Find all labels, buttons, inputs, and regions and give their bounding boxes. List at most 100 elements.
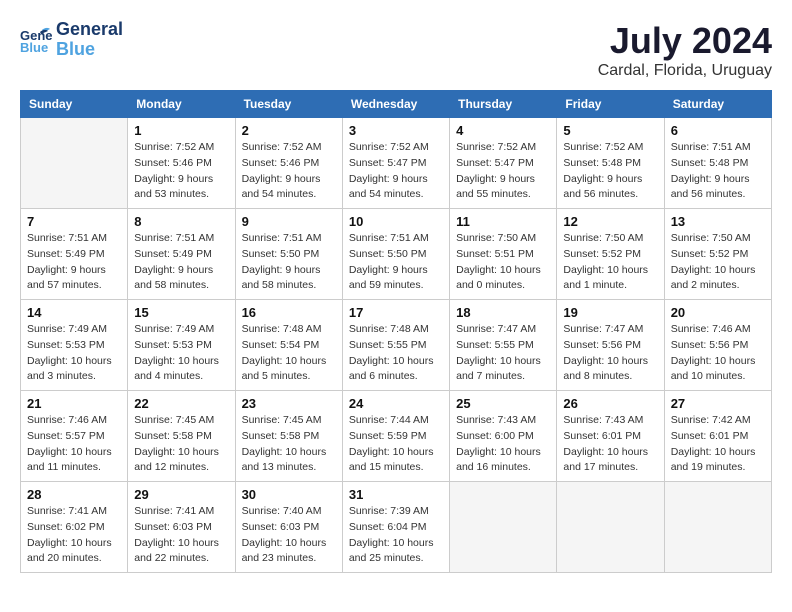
calendar-cell: 23Sunrise: 7:45 AMSunset: 5:58 PMDayligh… <box>235 391 342 482</box>
day-header-thursday: Thursday <box>450 91 557 118</box>
week-row-4: 21 Sunrise: 7:46 AMSunset: 5:57 PMDayligh… <box>21 391 772 482</box>
day-header-monday: Monday <box>128 91 235 118</box>
calendar-body: 1 Sunrise: 7:52 AMSunset: 5:46 PMDaylight… <box>21 118 772 573</box>
day-number: 20 <box>671 305 765 320</box>
day-info: Sunrise: 7:40 AMSunset: 6:03 PMDaylight:… <box>242 504 336 567</box>
calendar-cell: 17 Sunrise: 7:48 AMSunset: 5:55 PMDayligh… <box>342 300 449 391</box>
day-info: Sunrise: 7:50 AMSunset: 5:52 PMDaylight:… <box>671 231 765 294</box>
day-number: 22 <box>134 396 228 411</box>
day-info: Sunrise: 7:43 AMSunset: 6:00 PMDaylight:… <box>456 413 550 476</box>
logo: General Blue General Blue <box>20 20 123 60</box>
week-row-2: 7 Sunrise: 7:51 AMSunset: 5:49 PMDaylight… <box>21 209 772 300</box>
calendar-cell <box>21 118 128 209</box>
calendar-cell <box>664 482 771 573</box>
calendar-cell: 7 Sunrise: 7:51 AMSunset: 5:49 PMDaylight… <box>21 209 128 300</box>
page-subtitle: Cardal, Florida, Uruguay <box>598 62 772 80</box>
day-number: 21 <box>27 396 121 411</box>
calendar-cell: 22 Sunrise: 7:45 AMSunset: 5:58 PMDayligh… <box>128 391 235 482</box>
day-number: 19 <box>563 305 657 320</box>
day-number: 6 <box>671 123 765 138</box>
week-row-1: 1 Sunrise: 7:52 AMSunset: 5:46 PMDaylight… <box>21 118 772 209</box>
day-number: 27 <box>671 396 765 411</box>
day-number: 25 <box>456 396 550 411</box>
day-info: Sunrise: 7:45 AMSunset: 5:58 PMDaylight:… <box>134 413 228 476</box>
day-info: Sunrise: 7:49 AMSunset: 5:53 PMDaylight:… <box>27 322 121 385</box>
day-info: Sunrise: 7:50 AMSunset: 5:51 PMDaylight:… <box>456 231 550 294</box>
day-info: Sunrise: 7:50 AMSunset: 5:52 PMDaylight:… <box>563 231 657 294</box>
calendar-cell <box>557 482 664 573</box>
day-info: Sunrise: 7:52 AMSunset: 5:46 PMDaylight:… <box>242 140 336 203</box>
day-number: 1 <box>134 123 228 138</box>
day-number: 31 <box>349 487 443 502</box>
day-header-friday: Friday <box>557 91 664 118</box>
calendar-cell: 2 Sunrise: 7:52 AMSunset: 5:46 PMDaylight… <box>235 118 342 209</box>
day-info: Sunrise: 7:52 AMSunset: 5:47 PMDaylight:… <box>456 140 550 203</box>
calendar-cell: 28Sunrise: 7:41 AMSunset: 6:02 PMDayligh… <box>21 482 128 573</box>
day-info: Sunrise: 7:51 AMSunset: 5:50 PMDaylight:… <box>349 231 443 294</box>
day-number: 10 <box>349 214 443 229</box>
day-header-wednesday: Wednesday <box>342 91 449 118</box>
calendar-cell: 20 Sunrise: 7:46 AMSunset: 5:56 PMDayligh… <box>664 300 771 391</box>
day-number: 30 <box>242 487 336 502</box>
day-info: Sunrise: 7:51 AMSunset: 5:48 PMDaylight:… <box>671 140 765 203</box>
day-number: 2 <box>242 123 336 138</box>
day-header-sunday: Sunday <box>21 91 128 118</box>
calendar-cell: 29 Sunrise: 7:41 AMSunset: 6:03 PMDayligh… <box>128 482 235 573</box>
day-info: Sunrise: 7:52 AMSunset: 5:48 PMDaylight:… <box>563 140 657 203</box>
day-number: 8 <box>134 214 228 229</box>
day-number: 29 <box>134 487 228 502</box>
calendar-cell: 1 Sunrise: 7:52 AMSunset: 5:46 PMDaylight… <box>128 118 235 209</box>
logo-icon: General Blue <box>20 26 52 54</box>
day-info: Sunrise: 7:46 AMSunset: 5:56 PMDaylight:… <box>671 322 765 385</box>
day-info: Sunrise: 7:46 AMSunset: 5:57 PMDaylight:… <box>27 413 121 476</box>
calendar-cell: 30 Sunrise: 7:40 AMSunset: 6:03 PMDayligh… <box>235 482 342 573</box>
calendar-header: SundayMondayTuesdayWednesdayThursdayFrid… <box>21 91 772 118</box>
title-section: July 2024 Cardal, Florida, Uruguay <box>598 20 772 80</box>
page-header: General Blue General Blue July 2024 Card… <box>20 20 772 80</box>
calendar-cell: 12 Sunrise: 7:50 AMSunset: 5:52 PMDayligh… <box>557 209 664 300</box>
day-info: Sunrise: 7:41 AMSunset: 6:03 PMDaylight:… <box>134 504 228 567</box>
day-header-tuesday: Tuesday <box>235 91 342 118</box>
calendar-table: SundayMondayTuesdayWednesdayThursdayFrid… <box>20 90 772 573</box>
svg-text:Blue: Blue <box>20 40 48 54</box>
calendar-cell: 11 Sunrise: 7:50 AMSunset: 5:51 PMDayligh… <box>450 209 557 300</box>
week-row-5: 28Sunrise: 7:41 AMSunset: 6:02 PMDayligh… <box>21 482 772 573</box>
calendar-cell: 10 Sunrise: 7:51 AMSunset: 5:50 PMDayligh… <box>342 209 449 300</box>
day-number: 13 <box>671 214 765 229</box>
calendar-cell <box>450 482 557 573</box>
day-info: Sunrise: 7:51 AMSunset: 5:50 PMDaylight:… <box>242 231 336 294</box>
calendar-cell: 14 Sunrise: 7:49 AMSunset: 5:53 PMDayligh… <box>21 300 128 391</box>
days-of-week-row: SundayMondayTuesdayWednesdayThursdayFrid… <box>21 91 772 118</box>
day-number: 12 <box>563 214 657 229</box>
day-info: Sunrise: 7:47 AMSunset: 5:56 PMDaylight:… <box>563 322 657 385</box>
day-info: Sunrise: 7:52 AMSunset: 5:46 PMDaylight:… <box>134 140 228 203</box>
day-info: Sunrise: 7:44 AMSunset: 5:59 PMDaylight:… <box>349 413 443 476</box>
day-number: 17 <box>349 305 443 320</box>
calendar-cell: 5 Sunrise: 7:52 AMSunset: 5:48 PMDaylight… <box>557 118 664 209</box>
day-number: 9 <box>242 214 336 229</box>
day-number: 16 <box>242 305 336 320</box>
day-number: 14 <box>27 305 121 320</box>
day-number: 28 <box>27 487 121 502</box>
calendar-cell: 13 Sunrise: 7:50 AMSunset: 5:52 PMDayligh… <box>664 209 771 300</box>
day-info: Sunrise: 7:48 AMSunset: 5:54 PMDaylight:… <box>242 322 336 385</box>
day-number: 11 <box>456 214 550 229</box>
day-info: Sunrise: 7:49 AMSunset: 5:53 PMDaylight:… <box>134 322 228 385</box>
day-header-saturday: Saturday <box>664 91 771 118</box>
calendar-cell: 24 Sunrise: 7:44 AMSunset: 5:59 PMDayligh… <box>342 391 449 482</box>
day-info: Sunrise: 7:51 AMSunset: 5:49 PMDaylight:… <box>27 231 121 294</box>
calendar-cell: 27Sunrise: 7:42 AMSunset: 6:01 PMDayligh… <box>664 391 771 482</box>
calendar-cell: 8 Sunrise: 7:51 AMSunset: 5:49 PMDaylight… <box>128 209 235 300</box>
day-info: Sunrise: 7:43 AMSunset: 6:01 PMDaylight:… <box>563 413 657 476</box>
day-number: 5 <box>563 123 657 138</box>
day-number: 4 <box>456 123 550 138</box>
day-number: 24 <box>349 396 443 411</box>
day-info: Sunrise: 7:51 AMSunset: 5:49 PMDaylight:… <box>134 231 228 294</box>
day-info: Sunrise: 7:48 AMSunset: 5:55 PMDaylight:… <box>349 322 443 385</box>
calendar-cell: 9 Sunrise: 7:51 AMSunset: 5:50 PMDaylight… <box>235 209 342 300</box>
calendar-cell: 26Sunrise: 7:43 AMSunset: 6:01 PMDayligh… <box>557 391 664 482</box>
day-info: Sunrise: 7:45 AMSunset: 5:58 PMDaylight:… <box>242 413 336 476</box>
day-info: Sunrise: 7:47 AMSunset: 5:55 PMDaylight:… <box>456 322 550 385</box>
day-number: 18 <box>456 305 550 320</box>
day-number: 7 <box>27 214 121 229</box>
